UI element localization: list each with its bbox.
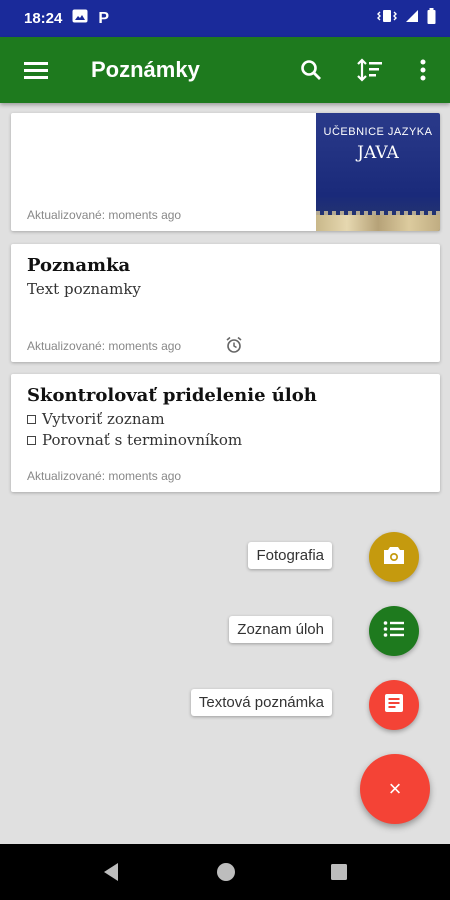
note-updated-label: Aktualizované: moments ago — [27, 208, 182, 222]
note-text: Text poznamky — [27, 280, 141, 298]
parking-icon: P — [98, 9, 110, 27]
fab-label-photo[interactable]: Fotografia — [248, 542, 332, 569]
book-cover-title: JAVA — [357, 143, 399, 163]
note-card-text[interactable]: Poznamka Text poznamky Aktualizované: mo… — [11, 244, 440, 362]
system-nav-bar — [0, 844, 450, 900]
battery-icon — [427, 8, 436, 29]
note-image-thumbnail: UČEBNICE JAZYKA JAVA — [316, 113, 440, 231]
status-time: 18:24 — [24, 10, 63, 27]
home-icon[interactable] — [216, 862, 236, 882]
signal-icon — [405, 9, 419, 28]
back-icon[interactable] — [101, 862, 121, 882]
search-icon[interactable] — [298, 57, 324, 83]
alarm-icon — [225, 336, 243, 359]
camera-icon — [382, 545, 406, 570]
checkbox-icon — [27, 435, 36, 445]
page-title: Poznámky — [91, 57, 200, 82]
checklist-item-label: Porovnať s terminovníkom — [42, 431, 243, 449]
fab-label-checklist[interactable]: Zoznam úloh — [229, 616, 332, 643]
fab-checklist-button[interactable] — [369, 606, 419, 656]
note-card-checklist[interactable]: Skontrolovať pridelenie úloh Vytvoriť zo… — [11, 374, 440, 492]
book-cover-top-text: UČEBNICE JAZYKA — [323, 126, 433, 138]
vibrate-icon — [377, 9, 397, 28]
note-title: Skontrolovať pridelenie úloh — [27, 385, 317, 406]
fab-label-text-note[interactable]: Textová poznámka — [190, 689, 332, 716]
fab-text-note-button[interactable] — [369, 680, 419, 730]
app-bar: Poznámky — [0, 37, 450, 103]
fab-close-button[interactable]: × — [360, 754, 430, 824]
recents-icon[interactable] — [329, 862, 349, 882]
menu-icon[interactable] — [23, 57, 49, 83]
checklist-item: Vytvoriť zoznam — [27, 410, 165, 428]
status-bar: 18:24 P — [0, 0, 450, 37]
more-vert-icon[interactable] — [410, 57, 436, 83]
fab-photo-button[interactable] — [369, 532, 419, 582]
checkbox-icon — [27, 414, 36, 424]
checklist-item: Porovnať s terminovníkom — [27, 431, 242, 449]
note-updated-label: Aktualizované: moments ago — [27, 469, 182, 483]
image-icon — [72, 9, 88, 28]
sort-icon[interactable] — [357, 57, 383, 83]
close-icon: × — [388, 776, 402, 801]
note-updated-label: Aktualizované: moments ago — [27, 339, 182, 353]
list-icon — [383, 620, 405, 643]
note-title: Poznamka — [27, 255, 131, 276]
note-card-image[interactable]: Aktualizované: moments ago UČEBNICE JAZY… — [11, 113, 440, 231]
checklist-item-label: Vytvoriť zoznam — [42, 410, 165, 428]
note-icon — [384, 693, 404, 718]
